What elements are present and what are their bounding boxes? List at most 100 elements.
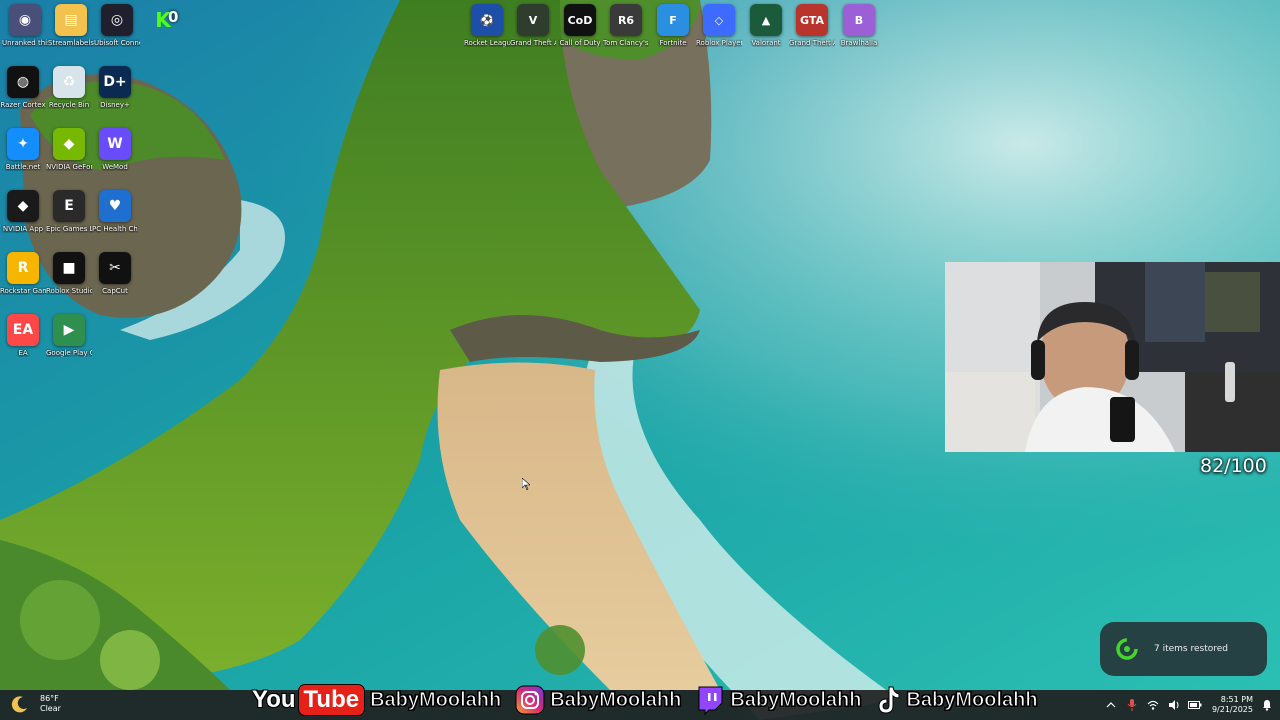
desktop-shortcut-label: Disney+ (100, 101, 130, 109)
youtube-handle: You Tube BabyMoolahh (252, 684, 502, 716)
desktop-shortcut[interactable]: ◆ NVIDIA GeFor... (46, 128, 92, 171)
weather-widget[interactable]: 86°F Clear (10, 694, 61, 714)
desktop-shortcut-label: Unranked this pleasure (2, 39, 48, 47)
rocket-league-icon: ⚽ (471, 4, 503, 36)
wifi-icon[interactable] (1146, 698, 1160, 712)
desktop-shortcut-label: Brawlhalla (840, 39, 878, 47)
twitch-icon (698, 686, 723, 715)
twitch-handle: BabyMoolahh (695, 685, 862, 715)
notification-bell-icon[interactable] (1260, 698, 1274, 712)
weather-condition: Clear (40, 704, 61, 713)
chevron-up-icon[interactable] (1104, 698, 1118, 712)
valorant-icon: ▲ (750, 4, 782, 36)
youtube-logo-tube: Tube (297, 684, 366, 716)
desktop-shortcut-label: Streamlabels (48, 39, 94, 47)
desktop-shortcut[interactable]: F Fortnite (650, 4, 696, 47)
gta-v-icon: V (517, 4, 549, 36)
webcam-feed-image (945, 262, 1280, 452)
fortnite-icon: F (657, 4, 689, 36)
desktop-shortcut[interactable]: K (140, 4, 186, 39)
folder-icon: ▤ (55, 4, 87, 36)
desktop-shortcut[interactable]: ⚽ Rocket League (464, 4, 510, 47)
desktop-shortcut-label: Valorant (751, 39, 781, 47)
weather-temperature: 86°F (40, 694, 59, 703)
desktop-shortcut[interactable]: E Epic Games Launcher (46, 190, 92, 233)
desktop-shortcut[interactable]: ♻ Recycle Bin (46, 66, 92, 109)
mouse-cursor-icon (522, 478, 530, 490)
desktop-shortcut[interactable]: W WeMod (92, 128, 138, 171)
restore-notification-toast[interactable]: 7 items restored (1100, 622, 1267, 676)
instagram-icon (515, 685, 545, 715)
game-avatar-icon: ◉ (9, 4, 41, 36)
kick-icon: K (155, 8, 171, 32)
ubisoft-icon: ◎ (101, 4, 133, 36)
desktop-shortcut[interactable]: ♥ PC Health Check (92, 190, 138, 233)
desktop-shortcut-label: NVIDIA GeFor... (46, 163, 92, 171)
desktop-shortcut-label: Rocket League (464, 39, 510, 47)
desktop-shortcut-label: NVIDIA App (2, 225, 44, 233)
desktop-shortcut-label: Recycle Bin (48, 101, 90, 109)
social-handles-overlay: You Tube BabyMoolahh BabyMoolahh BabyMoo… (252, 682, 1052, 718)
clock-time: 8:51 PM (1220, 695, 1253, 704)
desktop-shortcut[interactable]: V Grand Theft Auto V Ent... (510, 4, 556, 47)
desktop-shortcut[interactable]: ▲ Valorant (743, 4, 789, 47)
desktop-shortcut-label: Battle.net (5, 163, 41, 171)
desktop-shortcut-label: Grand Theft Auto V Ent... (510, 39, 556, 47)
instagram-handle: BabyMoolahh (515, 685, 682, 715)
brawlhalla-icon: B (843, 4, 875, 36)
volume-icon[interactable] (1167, 698, 1181, 712)
desktop-shortcut-label: WeMod (102, 163, 128, 171)
desktop-shortcut[interactable]: R6 Tom Clancy's Rainbow Si... (603, 4, 649, 47)
battery-icon[interactable] (1187, 698, 1202, 712)
microphone-icon[interactable] (1125, 698, 1139, 712)
desktop-shortcut-label: Epic Games Launcher (46, 225, 92, 233)
google-play-games-icon: ▶ (53, 314, 85, 346)
razer-cortex-icon: ◍ (7, 66, 39, 98)
desktop-shortcut[interactable]: ◉ Unranked this pleasure (2, 4, 48, 47)
webcam-overlay (945, 262, 1280, 452)
desktop-shortcut-label: PC Health Check (92, 225, 138, 233)
desktop-shortcut[interactable]: ✦ Battle.net (0, 128, 46, 171)
system-tray: 8:51 PM 9/21/2025 (1097, 690, 1274, 720)
desktop-shortcut[interactable]: ▶ Google Play Games beta (46, 314, 92, 357)
nvidia-geforce-icon: ◆ (53, 128, 85, 160)
youtube-logo-you: You (252, 686, 296, 713)
desktop-shortcut[interactable]: EA EA (0, 314, 46, 357)
desktop-shortcut[interactable]: B Brawlhalla (836, 4, 882, 47)
desktop-shortcut-label: Razer Cortex (0, 101, 46, 109)
desktop-shortcut[interactable]: ■ Roblox Studio (46, 252, 92, 295)
desktop-shortcut[interactable]: ✂ CapCut (92, 252, 138, 295)
desktop-shortcut-label: Google Play Games beta (46, 349, 92, 357)
desktop-shortcut[interactable]: R Rockstar Games... (0, 252, 46, 295)
youtube-handle-text: BabyMoolahh (370, 688, 502, 711)
desktop-shortcut[interactable]: ◎ Ubisoft Connect (94, 4, 140, 47)
instagram-handle-text: BabyMoolahh (550, 688, 682, 711)
desktop-shortcut-label: Rockstar Games... (0, 287, 46, 295)
razer-ring-icon (1116, 638, 1138, 660)
taskbar-clock[interactable]: 8:51 PM 9/21/2025 (1212, 695, 1253, 715)
disney-plus-icon: D+ (99, 66, 131, 98)
desktop-shortcut-label: Fortnite (659, 39, 687, 47)
desktop-shortcut[interactable]: ▤ Streamlabels (48, 4, 94, 47)
tiktok-handle-text: BabyMoolahh (906, 688, 1038, 711)
call-of-duty-icon: CoD (564, 4, 596, 36)
clock-date: 9/21/2025 (1211, 705, 1253, 714)
desktop-shortcut[interactable]: CoD Call of Duty (557, 4, 603, 47)
desktop-shortcut[interactable]: ◍ Razer Cortex (0, 66, 46, 109)
wemod-icon: W (99, 128, 131, 160)
goal-counter: 82/100 (1200, 455, 1267, 477)
desktop-shortcut-label: CapCut (102, 287, 128, 295)
rockstar-icon: R (7, 252, 39, 284)
desktop-shortcut-label: Call of Duty (559, 39, 601, 47)
pc-health-icon: ♥ (99, 190, 131, 222)
desktop-shortcut-label: Roblox Player (696, 39, 742, 47)
recycle-bin-icon: ♻ (53, 66, 85, 98)
moon-icon (11, 696, 27, 713)
desktop-shortcut[interactable]: D+ Disney+ (92, 66, 138, 109)
desktop-shortcut[interactable]: ◇ Roblox Player (696, 4, 742, 47)
desktop-shortcut[interactable]: GTA Grand Theft Auto (789, 4, 835, 47)
desktop-shortcut[interactable]: ◆ NVIDIA App (0, 190, 46, 233)
tiktok-handle: BabyMoolahh (875, 685, 1038, 715)
twitch-handle-text: BabyMoolahh (730, 688, 862, 711)
desktop-shortcut-label: EA (18, 349, 28, 357)
